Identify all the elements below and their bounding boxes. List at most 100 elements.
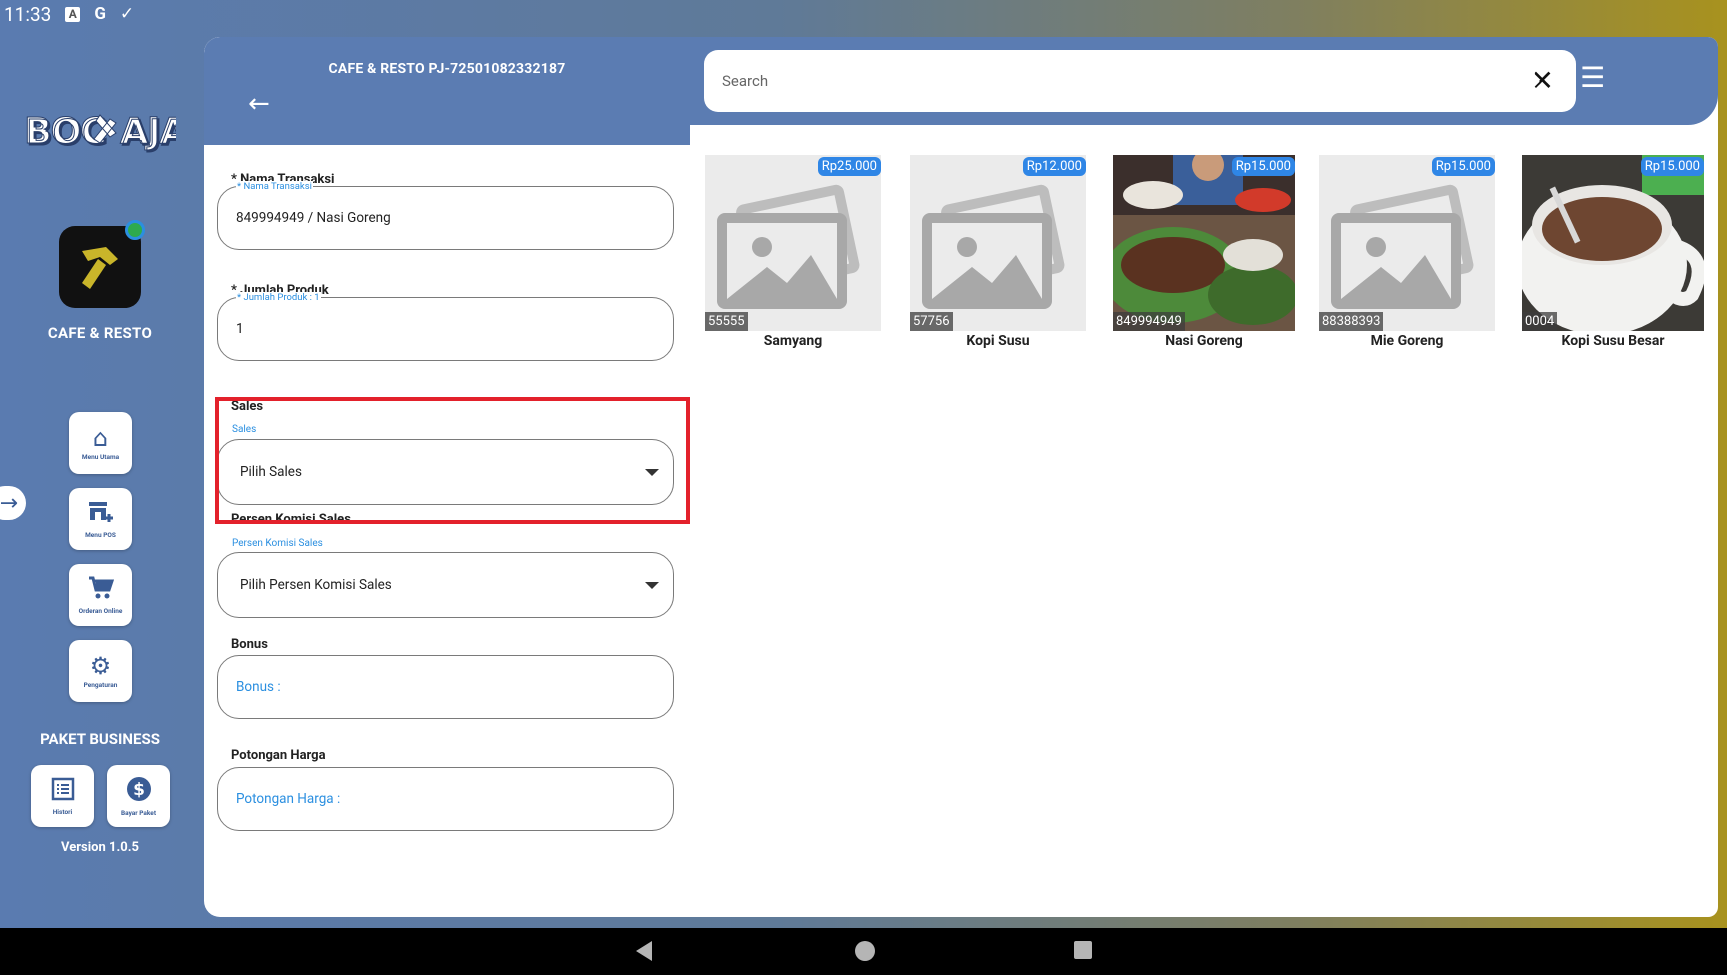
product-price: Rp15.000 [1640,157,1704,176]
nama-transaksi-field[interactable]: 849994949 / Nasi Goreng [217,186,674,250]
bonus-field[interactable]: Bonus : [217,655,674,719]
search-bar: ✕ [704,50,1576,112]
brand-name: CAFE & RESTO [47,324,153,342]
product-code: 88388393 [1319,312,1384,331]
product-code: 849994949 [1113,312,1185,331]
bonus-placeholder: Bonus : [236,679,281,695]
svg-text:BOC: BOC [24,111,105,152]
gear-icon: ⚙ [89,652,112,680]
menu-utama-button[interactable]: ⌂ Menu Utama [69,412,132,474]
sales-label: Sales [231,399,264,414]
product-card[interactable]: Rp12.000 57756 Kopi Susu [910,155,1086,349]
main-card: CAFE & RESTO PJ-72501082332187 ← ✕ ↓ ☰ *… [204,37,1718,917]
orderan-online-button[interactable]: Orderan Online [69,564,132,626]
status-bar: 11:33 A G ✓ [0,0,1727,28]
product-price: Rp15.000 [1431,157,1495,176]
sales-dropdown[interactable]: Pilih Sales [217,439,674,505]
navigation-bar [0,928,1727,975]
food-photo-icon [1113,155,1295,331]
histori-button[interactable]: Histori [31,765,94,827]
image-placeholder-icon [910,155,1086,331]
product-price: Rp15.000 [1231,157,1295,176]
list-icon [51,777,75,806]
product-price: Rp12.000 [1022,157,1086,176]
product-name: Kopi Susu [966,333,1030,349]
search-input[interactable] [722,72,1482,90]
a-icon: A [65,6,81,22]
logo-wordmark: BOC AJA [24,111,176,153]
svg-text:$: $ [133,780,145,800]
product-code: 55555 [705,312,748,331]
search-header: ✕ ↓ ☰ [690,37,1718,125]
product-price: Rp25.000 [817,157,881,176]
menu-utama-label: Menu Utama [81,453,120,461]
product-image: Rp15.000 849994949 [1113,155,1295,331]
menu-icon[interactable]: ☰ [1580,61,1605,94]
cart-icon [88,576,114,605]
product-name: Samyang [763,333,823,349]
bayar-paket-button[interactable]: $ Bayar Paket [107,765,170,827]
menu-pos-button[interactable]: Menu POS [69,488,132,550]
image-placeholder-icon [705,155,881,331]
product-card[interactable]: Rp15.000 88388393 Mie Goreng [1319,155,1495,349]
version-text: Version 1.0.5 [61,840,139,855]
back-nav-icon[interactable] [634,940,654,966]
google-icon: G [94,4,106,24]
product-card[interactable]: Rp15.000 849994949 Nasi Goreng [1113,155,1295,349]
product-image: Rp15.000 88388393 [1319,155,1495,331]
product-name: Nasi Goreng [1165,333,1243,349]
download-arrow-icon[interactable]: ↓ [1522,61,1545,94]
product-card[interactable]: Rp15.000 0004 Kopi Susu Besar [1522,155,1704,349]
product-card[interactable]: Rp25.000 55555 Samyang [705,155,881,349]
back-arrow-icon[interactable]: ← [248,89,270,119]
potongan-harga-placeholder: Potongan Harga : [236,791,341,807]
chevron-down-icon [645,581,659,589]
sidebar: BOC AJA CAFE & RESTO ⌂ Menu Utama Menu P… [0,28,204,928]
app-logo: BOC AJA [24,98,176,158]
product-code: 57756 [910,312,953,331]
persen-komisi-float-label: Persen Komisi Sales [231,538,324,549]
sales-float-label: Sales [231,424,258,435]
profile-avatar[interactable] [59,220,145,308]
status-time: 11:33 [4,2,52,26]
potongan-harga-field[interactable]: Potongan Harga : [217,767,674,831]
coffee-photo-icon [1522,155,1704,331]
transaction-header: CAFE & RESTO PJ-72501082332187 ← [204,37,690,145]
pengaturan-button[interactable]: ⚙ Pengaturan [69,640,132,702]
store-add-icon [87,500,115,529]
jumlah-produk-field[interactable]: 1 [217,297,674,361]
svg-text:AJA: AJA [120,111,176,152]
pengaturan-label: Pengaturan [83,681,118,689]
jumlah-produk-value: 1 [236,321,244,337]
home-nav-icon[interactable] [854,940,876,966]
persen-komisi-label: Persen Komisi Sales [231,512,351,527]
potongan-harga-label: Potongan Harga [231,748,326,763]
paket-title: PAKET BUSINESS [40,730,160,748]
hammer-icon [82,247,118,289]
page-title: CAFE & RESTO PJ-72501082332187 [328,61,566,77]
nama-transaksi-value: 849994949 / Nasi Goreng [236,210,391,226]
recents-nav-icon[interactable] [1073,940,1093,964]
persen-komisi-dropdown[interactable]: Pilih Persen Komisi Sales [217,552,674,618]
online-dot [125,220,145,240]
menu-pos-label: Menu POS [85,530,116,539]
home-icon: ⌂ [92,424,109,452]
product-code: 0004 [1522,312,1558,331]
sales-value: Pilih Sales [240,464,302,480]
check-icon: ✓ [119,4,135,24]
jumlah-produk-float-label: * Jumlah Produk : 1 [236,292,321,303]
product-image: Rp25.000 55555 [705,155,881,331]
bayar-paket-label: Bayar Paket [120,808,157,817]
histori-label: Histori [52,807,73,816]
nama-transaksi-float-label: * Nama Transaksi [236,181,313,192]
product-name: Mie Goreng [1370,333,1444,349]
product-image: Rp15.000 0004 [1522,155,1704,331]
chevron-down-icon [645,468,659,476]
orderan-online-label: Orderan Online [78,606,123,615]
product-image: Rp12.000 57756 [910,155,1086,331]
dollar-icon: $ [126,776,152,807]
bonus-label: Bonus [231,637,268,652]
product-name: Kopi Susu Besar [1561,333,1665,349]
image-placeholder-icon [1319,155,1495,331]
persen-komisi-value: Pilih Persen Komisi Sales [240,577,392,593]
